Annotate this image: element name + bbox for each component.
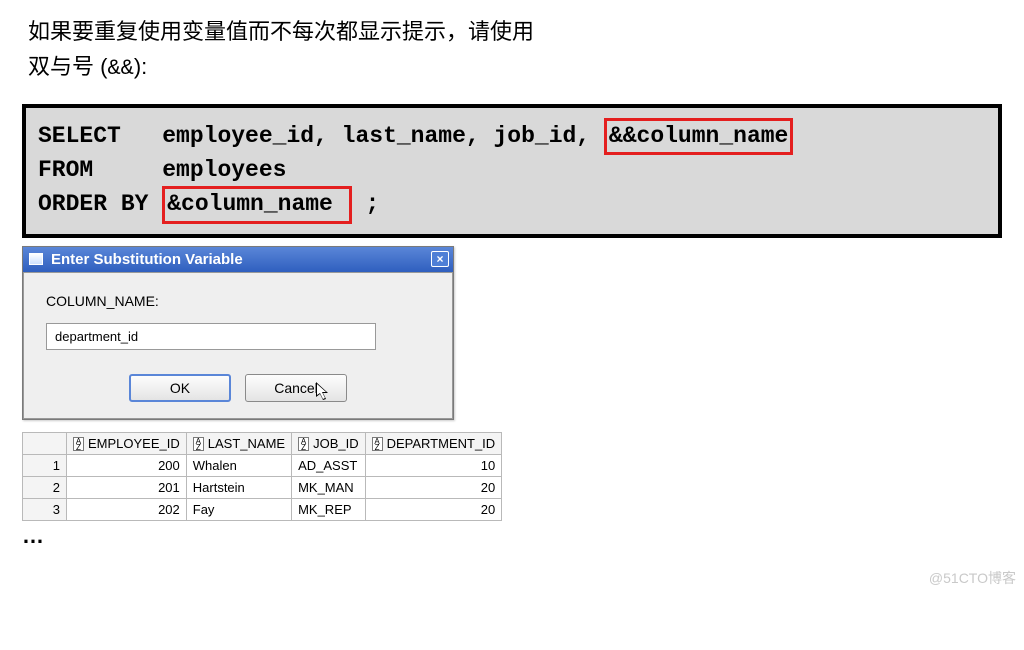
intro-line2-prefix: 双与号 (	[28, 54, 107, 79]
cell-employee-id: 202	[67, 499, 187, 521]
dialog-titlebar: Enter Substitution Variable ×	[23, 247, 453, 272]
intro-code: &&	[107, 56, 133, 81]
table-row: 2 201 Hartstein MK_MAN 20	[23, 477, 502, 499]
row-number: 1	[23, 455, 67, 477]
sort-icon: A Z	[193, 437, 204, 451]
window-icon	[29, 253, 43, 265]
sort-icon: A Z	[73, 437, 84, 451]
cell-employee-id: 201	[67, 477, 187, 499]
row-number: 3	[23, 499, 67, 521]
col-header-last-name[interactable]: A ZLAST_NAME	[186, 432, 291, 455]
cell-job-id: MK_REP	[292, 499, 366, 521]
highlight-double-amp: &&column_name	[604, 118, 793, 155]
select-cols: employee_id, last_name, job_id,	[121, 123, 604, 149]
col-header-job-id[interactable]: A ZJOB_ID	[292, 432, 366, 455]
result-table: A ZEMPLOYEE_ID A ZLAST_NAME A ZJOB_ID A …	[22, 432, 502, 522]
close-icon: ×	[436, 252, 443, 266]
sort-icon: A Z	[298, 437, 309, 451]
intro-text: 如果要重复使用变量值而不每次都显示提示，请使用 双与号 (&&):	[0, 0, 1024, 98]
substitution-dialog: Enter Substitution Variable × COLUMN_NAM…	[22, 246, 454, 420]
kw-order: ORDER BY	[38, 191, 162, 217]
table-row: 1 200 Whalen AD_ASST 10	[23, 455, 502, 477]
kw-select: SELECT	[38, 123, 121, 149]
highlight-single-amp: &column_name	[162, 186, 351, 223]
kw-from: FROM	[38, 157, 93, 183]
column-name-input[interactable]	[46, 323, 376, 350]
cell-department-id: 20	[365, 477, 502, 499]
dialog-body: COLUMN_NAME: OK Cancel	[23, 272, 453, 419]
table-row: 3 202 Fay MK_REP 20	[23, 499, 502, 521]
close-button[interactable]: ×	[431, 251, 449, 267]
col-header-department-id[interactable]: A ZDEPARTMENT_ID	[365, 432, 502, 455]
cell-department-id: 10	[365, 455, 502, 477]
table-header-row: A ZEMPLOYEE_ID A ZLAST_NAME A ZJOB_ID A …	[23, 432, 502, 455]
rownum-header	[23, 432, 67, 455]
dialog-title-text: Enter Substitution Variable	[51, 251, 431, 268]
intro-line2-suffix: ):	[134, 54, 147, 79]
row-number: 2	[23, 477, 67, 499]
cell-department-id: 20	[365, 499, 502, 521]
cell-job-id: MK_MAN	[292, 477, 366, 499]
intro-line1: 如果要重复使用变量值而不每次都显示提示，请使用	[28, 19, 534, 44]
cell-last-name: Fay	[186, 499, 291, 521]
ok-button[interactable]: OK	[129, 374, 231, 402]
watermark: @51CTO博客	[929, 568, 1016, 588]
dialog-field-label: COLUMN_NAME:	[46, 293, 430, 309]
from-tbl: employees	[93, 157, 286, 183]
order-tail: ;	[352, 191, 380, 217]
sql-code-block: SELECT employee_id, last_name, job_id, &…	[22, 104, 1002, 237]
dialog-button-row: OK Cancel	[46, 374, 430, 402]
cell-employee-id: 200	[67, 455, 187, 477]
cell-last-name: Hartstein	[186, 477, 291, 499]
sort-icon: A Z	[372, 437, 383, 451]
mouse-cursor-icon	[316, 382, 332, 404]
cell-last-name: Whalen	[186, 455, 291, 477]
cell-job-id: AD_ASST	[292, 455, 366, 477]
ellipsis: …	[22, 523, 1024, 549]
col-header-employee-id[interactable]: A ZEMPLOYEE_ID	[67, 432, 187, 455]
